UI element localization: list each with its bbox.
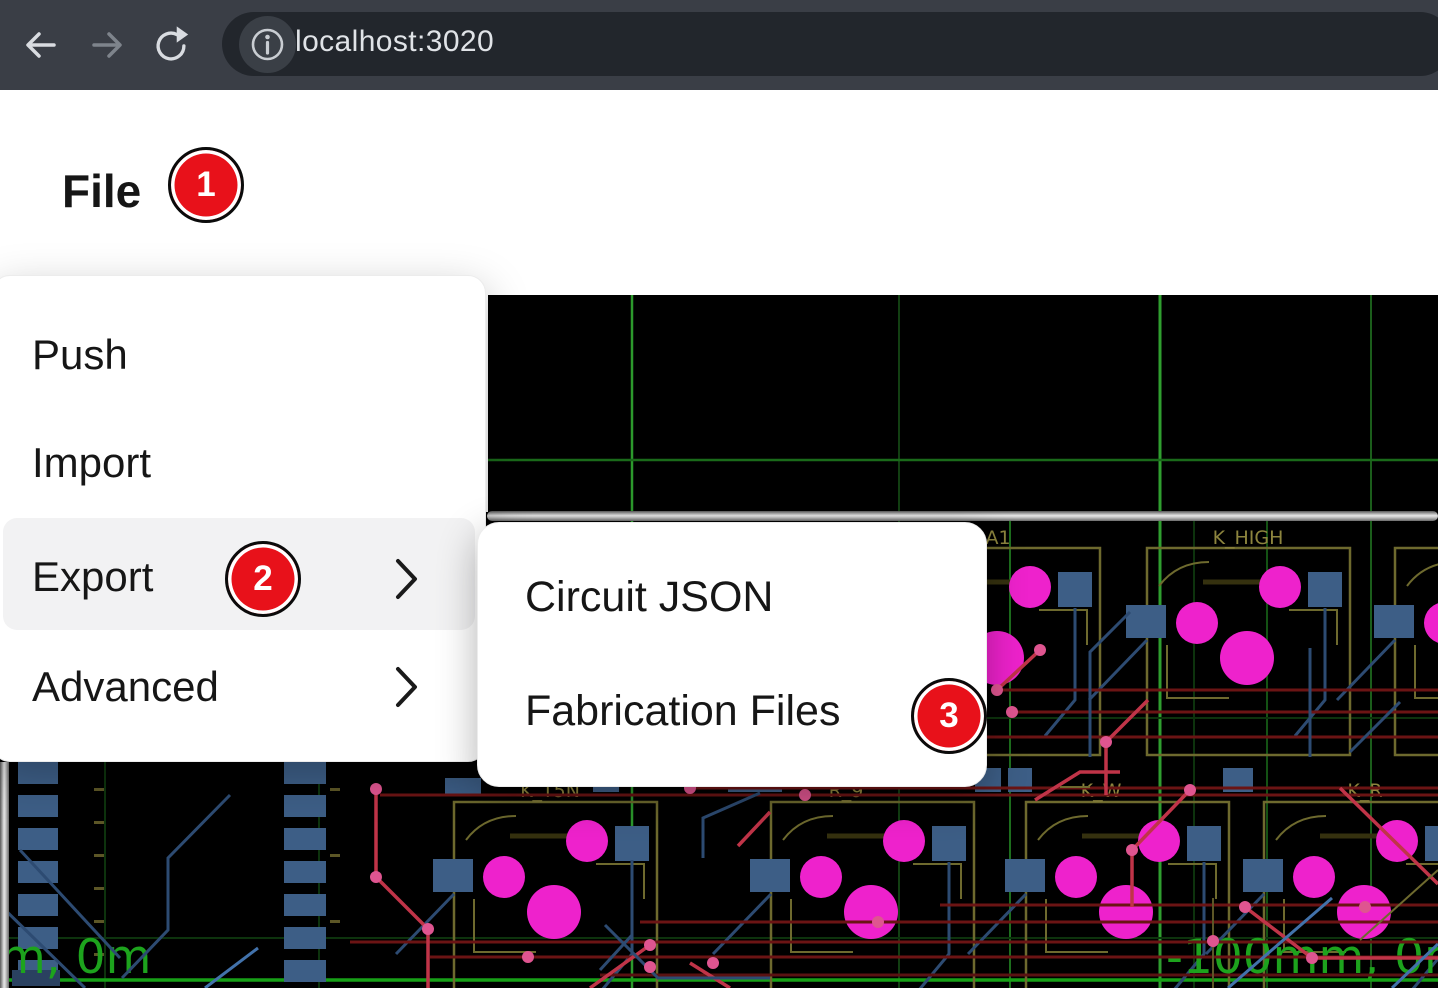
reload-icon xyxy=(150,54,192,69)
back-icon xyxy=(20,54,62,69)
browser-toolbar: localhost:3020 xyxy=(0,0,1438,90)
reload-button[interactable] xyxy=(150,24,192,66)
forward-icon xyxy=(86,54,128,69)
chevron-right-icon xyxy=(394,664,420,710)
coordinate-label-bottom-left: m, 0m xyxy=(0,930,151,985)
menu-item-import[interactable]: Import xyxy=(32,439,151,487)
step-badge-3: 3 xyxy=(911,678,987,754)
step-badge-number: 3 xyxy=(939,696,958,736)
back-button[interactable] xyxy=(20,24,62,66)
forward-button[interactable] xyxy=(86,24,128,66)
canvas-divider-horizontal xyxy=(487,511,1438,521)
export-submenu xyxy=(477,522,987,787)
info-icon xyxy=(239,60,296,77)
url-text[interactable]: localhost:3020 xyxy=(295,25,494,59)
submenu-item-fabrication-files[interactable]: Fabrication Files xyxy=(525,687,840,736)
canvas-divider-vertical xyxy=(0,762,9,988)
component-label: A1 xyxy=(985,527,1010,549)
step-badge-number: 2 xyxy=(253,559,272,599)
menu-item-export[interactable]: Export xyxy=(32,553,153,601)
site-info-button[interactable] xyxy=(239,16,296,73)
component-label: K_HIGH xyxy=(1213,527,1284,549)
step-badge-number: 1 xyxy=(196,165,215,205)
step-badge-1: 1 xyxy=(168,147,244,223)
component-label: K_W xyxy=(1081,780,1122,802)
file-menu-button[interactable]: File xyxy=(62,164,141,218)
submenu-item-circuit-json[interactable]: Circuit JSON xyxy=(525,573,773,622)
menu-item-push[interactable]: Push xyxy=(32,331,128,379)
chevron-right-icon xyxy=(394,556,420,602)
url-bar[interactable]: localhost:3020 xyxy=(222,12,1438,76)
step-badge-2: 2 xyxy=(225,541,301,617)
menu-item-advanced[interactable]: Advanced xyxy=(32,663,219,711)
